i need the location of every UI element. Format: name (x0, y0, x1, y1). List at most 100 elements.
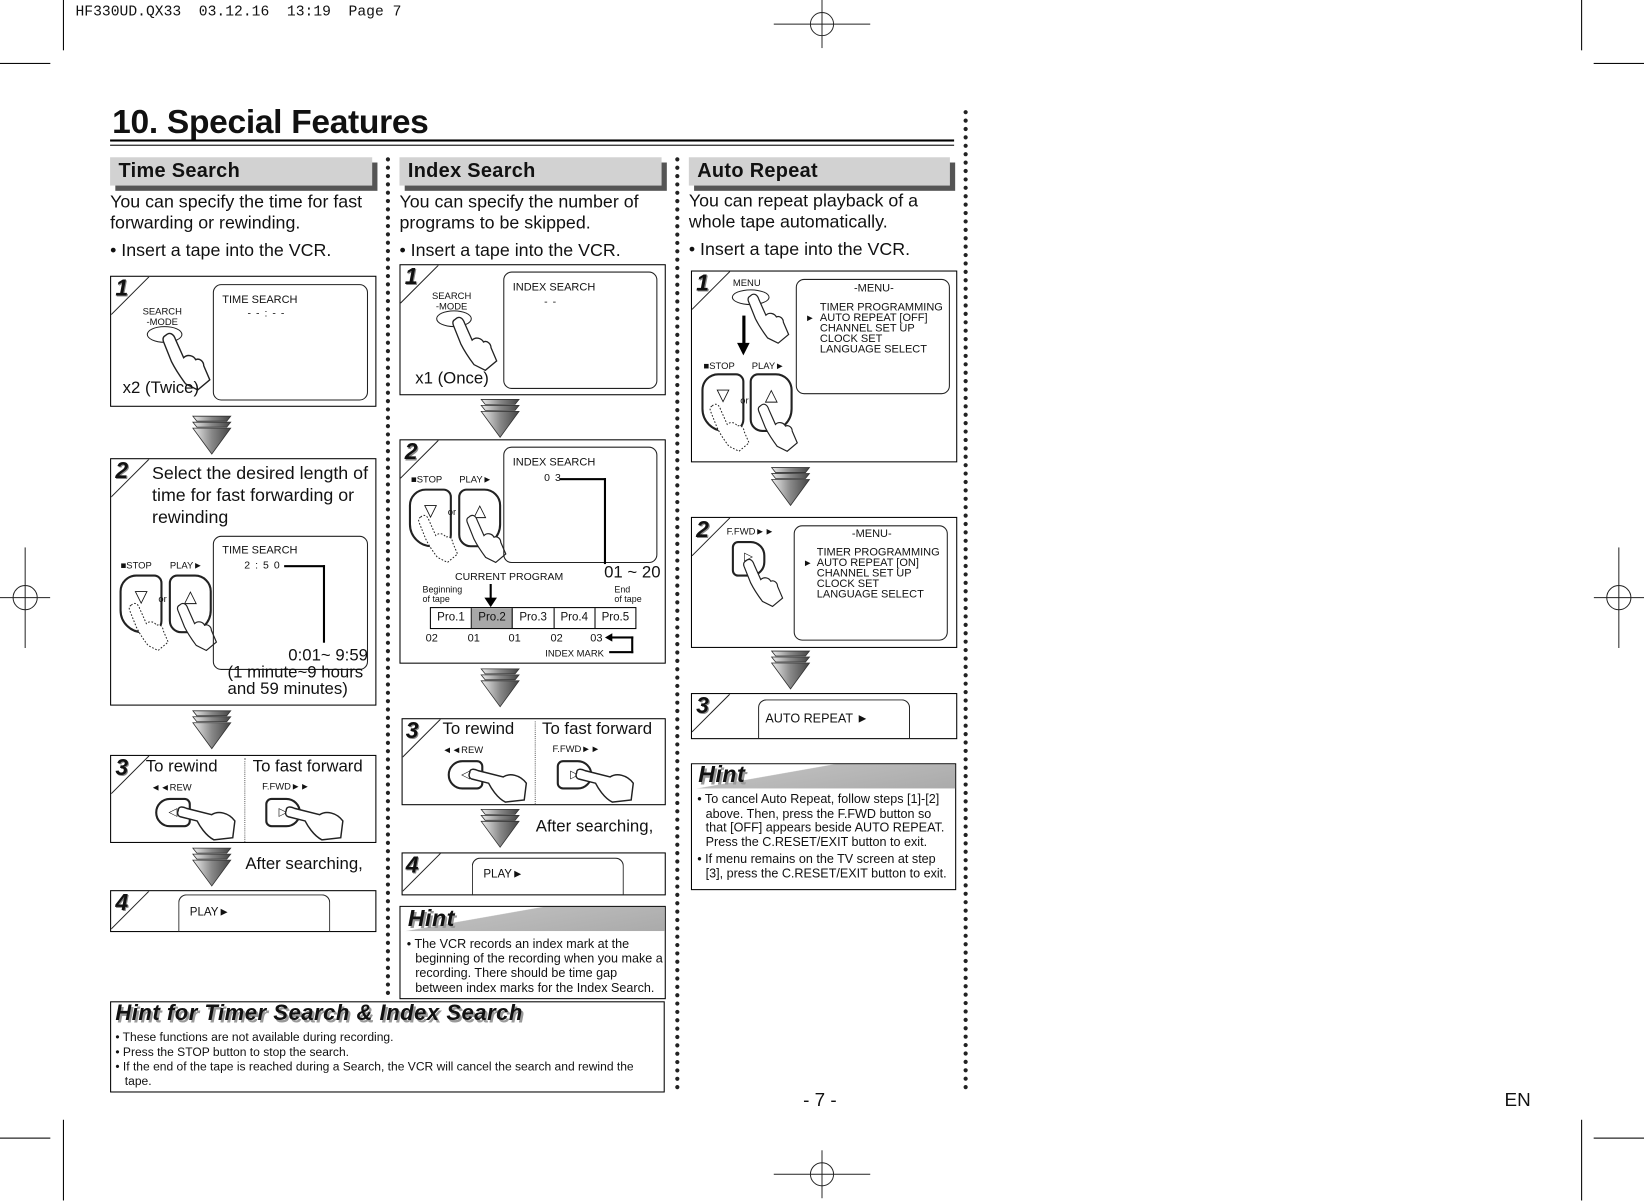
press-count: x1 (Once) (415, 370, 489, 388)
screen-title: TIME SEARCH (222, 293, 298, 307)
label-line: SEARCH (142, 306, 182, 317)
tv-menu-screen: -MENU- ► TIMER PROGRAMMING AUTO REPEAT [… (793, 525, 948, 641)
menu-pointer-icon: ► (803, 557, 813, 569)
screen-title: INDEX SEARCH (512, 456, 596, 469)
menu-list: TIMER PROGRAMMING AUTO REPEAT [OFF] CHAN… (820, 302, 943, 355)
callout-line (559, 478, 607, 481)
step-number: 2 (696, 515, 710, 543)
time-search-step-4: 4 PLAY► (110, 889, 377, 933)
index-search-intro: You can specify the number of programs t… (399, 191, 639, 233)
page-title: 10. Special Features (112, 102, 429, 141)
current-program-label: CURRENT PROGRAM (455, 571, 564, 583)
ffwd-label: F.FWD►► (726, 526, 775, 537)
step-number: 3 (405, 717, 419, 744)
index-number: 03 (590, 632, 603, 645)
index-number: 01 (508, 632, 521, 645)
index-mark-label: INDEX MARK (545, 647, 604, 659)
screen-title: TIME SEARCH (222, 544, 298, 557)
crop-mark (62, 1119, 64, 1201)
step-instruction: Select the desired length of time for fa… (152, 463, 369, 528)
registration-mark-icon (772, 1150, 873, 1198)
hand-icon (466, 510, 508, 569)
tv-screen: TIME SEARCH - - : - - (212, 284, 369, 401)
hand-icon (468, 762, 531, 804)
crop-mark (1581, 0, 1583, 51)
menu-label: MENU (732, 277, 761, 289)
screen-text: AUTO REPEAT ► (765, 710, 869, 726)
title-rule (110, 139, 955, 142)
tv-screen: INDEX SEARCH - - (503, 271, 658, 389)
step-number: 3 (115, 753, 129, 781)
menu-pointer-icon: ► (805, 312, 815, 323)
auto-repeat-hint: Hint • To cancel Auto Repeat, follow ste… (690, 761, 957, 891)
section-heading-time-search: Time Search (110, 157, 373, 186)
crop-mark (1581, 1119, 1583, 1201)
stop-label: ■STOP (703, 360, 735, 372)
auto-repeat-step-1: 1 MENU ■STOP PLAY► ▽ △ or -MENU- ► TIMER… (690, 269, 958, 463)
menu-list: TIMER PROGRAMMING AUTO REPEAT [ON] CHANN… (817, 547, 940, 600)
end-of-tape-label: End of tape (614, 585, 641, 604)
down-arrow-icon (192, 415, 232, 455)
play-label: PLAY► (169, 559, 203, 571)
screen-value: - - (544, 296, 558, 309)
fast-forward-heading: To fast forward (252, 758, 363, 776)
page-number: - 7 - (803, 1089, 837, 1111)
down-arrow-icon (480, 808, 520, 848)
crop-mark (0, 1137, 51, 1139)
time-search-step-1: 1 SEARCH -MODE x2 (Twice) TIME SEARCH - -… (110, 275, 377, 407)
step-number: 4 (115, 889, 129, 916)
beginning-of-tape-label: Beginning of tape (423, 585, 463, 604)
step-number: 3 (696, 691, 710, 719)
step-number: 1 (696, 269, 710, 296)
title-rule (110, 144, 955, 146)
hand-icon (757, 397, 799, 458)
hint-timer-index-search: Hint for Timer Search & Index Search • T… (110, 1001, 665, 1093)
index-number: 02 (550, 632, 563, 645)
crop-mark (1593, 1137, 1644, 1139)
auto-repeat-step-3: 3 AUTO REPEAT ► (690, 691, 958, 740)
divider (244, 758, 246, 842)
column-separator (963, 110, 968, 1091)
section-heading-auto-repeat: Auto Repeat (688, 157, 950, 186)
hand-icon (176, 800, 239, 842)
time-range-note: (1 minute~9 hours (227, 663, 364, 682)
rewind-heading: To rewind (442, 720, 515, 739)
tv-screen: AUTO REPEAT ► (758, 699, 911, 740)
play-label: PLAY► (751, 360, 785, 372)
down-arrow-icon (192, 710, 232, 750)
label-line: of tape (422, 593, 450, 604)
step-number: 1 (404, 263, 418, 290)
arrow-down-icon (484, 597, 497, 608)
program-cell: Pro.1 (431, 608, 473, 629)
down-arrow-icon (771, 467, 811, 507)
menu-title: -MENU- (851, 527, 892, 540)
hint-list: • To cancel Auto Repeat, follow steps [1… (697, 792, 951, 882)
menu-title: -MENU- (854, 282, 894, 295)
fast-forward-heading: To fast forward (542, 720, 653, 739)
language-label: EN (1504, 1089, 1531, 1111)
hint-title: Hint (698, 761, 746, 788)
stop-label: ■STOP (411, 473, 443, 485)
hint-item: • These functions are not available duri… (115, 1031, 394, 1045)
auto-repeat-step-2: 2 F.FWD►► ▷ -MENU- ► TIMER PROGRAMMING A… (690, 515, 958, 648)
hand-dashed-icon (128, 598, 170, 657)
time-search-bullet: • Insert a tape into the VCR. (110, 240, 332, 261)
auto-repeat-bullet: • Insert a tape into the VCR. (688, 239, 911, 259)
time-search-intro: You can specify the time for fast forwar… (110, 191, 363, 233)
screen-text: PLAY► (483, 868, 524, 881)
callout-line (603, 478, 607, 565)
hand-icon (742, 554, 784, 613)
index-search-step-2: 2 ■STOP PLAY► ▽ △ or INDEX SEARCH 0 3 01… (399, 438, 666, 664)
time-range: 0:01~ 9:59 (288, 646, 369, 665)
step-number: 4 (405, 851, 419, 878)
down-arrow-icon (480, 398, 520, 438)
hand-icon (747, 293, 791, 345)
screen-text: PLAY► (189, 905, 230, 919)
auto-repeat-intro: You can repeat playback of a whole tape … (688, 190, 919, 232)
label-line: of tape (614, 593, 642, 604)
tv-screen: PLAY► (178, 894, 331, 933)
crop-mark (62, 0, 64, 51)
hand-dashed-icon (709, 397, 751, 458)
ffwd-label: F.FWD►► (262, 781, 310, 792)
index-search-step-1: 1 SEARCH -MODE x1 (Once) INDEX SEARCH - - (399, 263, 666, 396)
